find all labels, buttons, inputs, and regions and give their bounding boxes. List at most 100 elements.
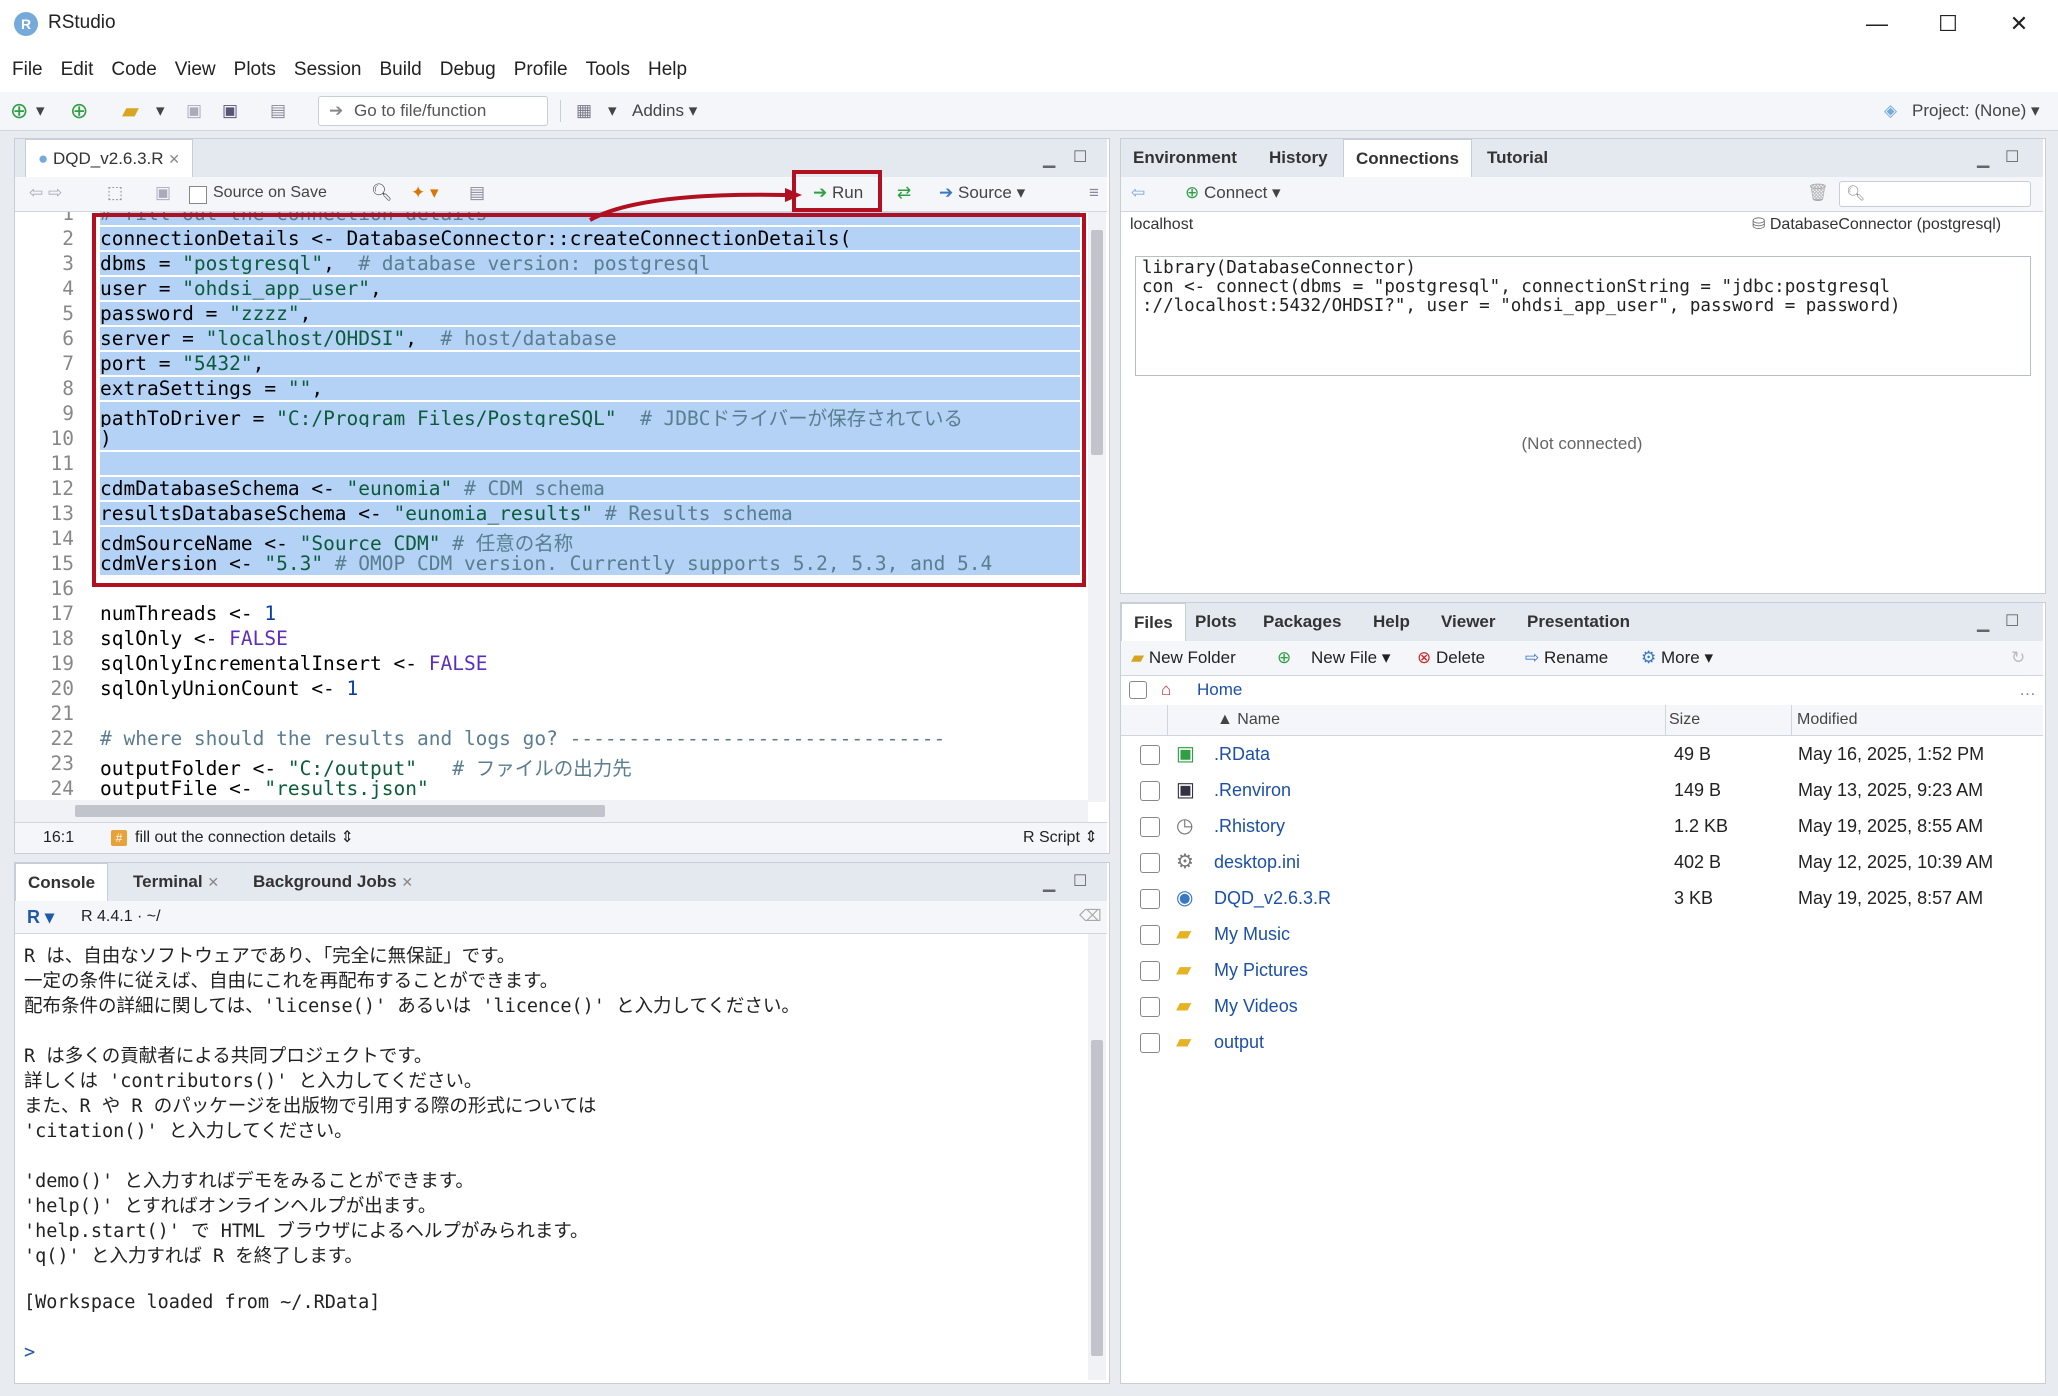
back-arrow-icon[interactable]: ⇦ xyxy=(1131,180,1145,206)
file-row[interactable]: ▣ .Renviron 149 B May 13, 2025, 9:23 AM xyxy=(1122,772,2040,808)
close-icon[interactable]: ✕ xyxy=(401,874,413,890)
file-name[interactable]: My Music xyxy=(1214,916,1290,952)
tab-packages[interactable]: Packages xyxy=(1251,603,1353,641)
file-row[interactable]: ▰ My Music xyxy=(1122,916,2040,952)
menu-session[interactable]: Session xyxy=(285,47,371,92)
chevron-down-icon[interactable]: ▾ xyxy=(36,98,45,124)
editor-tab[interactable]: ● DQD_v2.6.3.R ✕ xyxy=(25,139,194,178)
minimize-button[interactable]: — xyxy=(1842,0,1912,47)
save-all-icon[interactable]: ▣ xyxy=(222,98,238,124)
tab-environment[interactable]: Environment xyxy=(1121,139,1249,177)
minimize-pane-icon[interactable]: ▁ xyxy=(1977,149,1989,169)
broom-clear-icon[interactable]: ⌫ xyxy=(1079,901,1102,933)
menu-edit[interactable]: Edit xyxy=(52,47,103,92)
menu-help[interactable]: Help xyxy=(639,47,696,92)
section-selector[interactable]: fill out the connection details ⇕ xyxy=(135,823,354,853)
file-name[interactable]: .RData xyxy=(1214,736,1270,772)
open-folder-icon[interactable]: ▰ xyxy=(122,98,139,124)
file-row[interactable]: ▰ My Pictures xyxy=(1122,952,2040,988)
print-icon[interactable]: ▤ xyxy=(270,98,286,124)
rerun-icon[interactable]: ⇄ xyxy=(897,180,911,206)
connections-search-input[interactable]: 🔍︎ xyxy=(1839,181,2031,207)
menu-plots[interactable]: Plots xyxy=(225,47,285,92)
file-row[interactable]: ▰ My Videos xyxy=(1122,988,2040,1024)
file-type-selector[interactable]: R Script ⇕ xyxy=(1023,823,1098,853)
grid-layout-icon[interactable]: ▦ xyxy=(576,98,592,124)
maximize-pane-icon[interactable]: ☐ xyxy=(1073,871,1087,891)
show-in-window-icon[interactable]: ⬚ xyxy=(107,180,123,206)
menu-view[interactable]: View xyxy=(166,47,225,92)
connect-button[interactable]: ⊕ Connect ▾ xyxy=(1185,180,1281,206)
close-icon[interactable]: ✕ xyxy=(207,874,219,890)
hscroll-thumb[interactable] xyxy=(75,805,605,817)
scroll-thumb[interactable] xyxy=(1091,230,1103,455)
source-button[interactable]: ➔ Source ▾ xyxy=(939,180,1025,206)
more-button[interactable]: ⚙ More ▾ xyxy=(1641,641,1713,675)
rename-button[interactable]: ⇨ Rename xyxy=(1525,641,1608,675)
size-header[interactable]: Size xyxy=(1669,705,1700,735)
tab-tutorial[interactable]: Tutorial xyxy=(1475,139,1560,177)
ellipsis-icon[interactable]: … xyxy=(2019,675,2036,705)
new-folder-button[interactable]: ▰ New Folder xyxy=(1131,641,1236,675)
minimize-pane-icon[interactable]: ▁ xyxy=(1043,873,1055,893)
new-file-icon[interactable]: ⊕ xyxy=(10,98,28,124)
save-icon[interactable]: ▣ xyxy=(155,180,171,206)
sort-name-header[interactable]: ▲ Name xyxy=(1217,705,1280,735)
file-checkbox[interactable] xyxy=(1140,997,1160,1017)
save-icon[interactable]: ▣ xyxy=(186,98,202,124)
editor-horizontal-scrollbar[interactable] xyxy=(15,800,1088,822)
menu-code[interactable]: Code xyxy=(102,47,165,92)
file-row[interactable]: ⚙ desktop.ini 402 B May 12, 2025, 10:39 AM xyxy=(1122,844,2040,880)
maximize-pane-icon[interactable]: ☐ xyxy=(2005,147,2019,167)
file-row[interactable]: ◷ .Rhistory 1.2 KB May 19, 2025, 8:55 AM xyxy=(1122,808,2040,844)
close-button[interactable]: ✕ xyxy=(1984,0,2054,47)
file-name[interactable]: .Renviron xyxy=(1214,772,1291,808)
minimize-pane-icon[interactable]: ▁ xyxy=(1043,149,1055,169)
tab-viewer[interactable]: Viewer xyxy=(1429,603,1508,641)
file-checkbox[interactable] xyxy=(1140,961,1160,981)
chevron-down-icon[interactable]: ▾ xyxy=(608,98,617,124)
menu-debug[interactable]: Debug xyxy=(431,47,505,92)
source-on-save-checkbox[interactable] xyxy=(189,186,207,204)
maximize-pane-icon[interactable]: ☐ xyxy=(1073,147,1087,167)
minimize-pane-icon[interactable]: ▁ xyxy=(1977,613,1989,633)
tab-plots[interactable]: Plots xyxy=(1183,603,1249,641)
magic-wand-icon[interactable]: ✦ ▾ xyxy=(411,180,439,206)
console-vertical-scrollbar[interactable] xyxy=(1088,934,1106,1380)
file-checkbox[interactable] xyxy=(1140,889,1160,909)
tab-files[interactable]: Files xyxy=(1121,603,1186,642)
tab-background-jobs[interactable]: Background Jobs ✕ xyxy=(241,863,425,901)
back-arrow-icon[interactable]: ⇦ ⇨ xyxy=(29,180,62,206)
tab-connections[interactable]: Connections xyxy=(1343,139,1472,178)
file-checkbox[interactable] xyxy=(1140,745,1160,765)
menu-profile[interactable]: Profile xyxy=(505,47,577,92)
file-checkbox[interactable] xyxy=(1140,817,1160,837)
tab-history[interactable]: History xyxy=(1257,139,1340,177)
project-menu[interactable]: Project: (None) ▾ xyxy=(1912,98,2040,124)
delete-button[interactable]: ⊗ Delete xyxy=(1417,641,1485,675)
maximize-pane-icon[interactable]: ☐ xyxy=(2005,611,2019,631)
editor-vertical-scrollbar[interactable] xyxy=(1088,212,1106,802)
tab-terminal[interactable]: Terminal ✕ xyxy=(121,863,231,901)
menu-build[interactable]: Build xyxy=(371,47,431,92)
file-name[interactable]: My Videos xyxy=(1214,988,1298,1024)
document-outline-icon[interactable]: ≡ xyxy=(1089,180,1099,206)
maximize-button[interactable]: ☐ xyxy=(1913,0,1983,47)
select-all-checkbox[interactable] xyxy=(1129,681,1147,699)
file-name[interactable]: My Pictures xyxy=(1214,952,1308,988)
search-icon[interactable]: 🔍︎ xyxy=(371,180,393,206)
file-checkbox[interactable] xyxy=(1140,925,1160,945)
tab-help[interactable]: Help xyxy=(1361,603,1422,641)
close-icon[interactable]: ✕ xyxy=(168,151,180,167)
new-file-button[interactable]: New File ▾ xyxy=(1311,641,1390,675)
file-row[interactable]: ◉ DQD_v2.6.3.R 3 KB May 19, 2025, 8:57 AM xyxy=(1122,880,2040,916)
file-checkbox[interactable] xyxy=(1140,853,1160,873)
file-row[interactable]: ▣ .RData 49 B May 16, 2025, 1:52 PM xyxy=(1122,736,2040,772)
scroll-thumb[interactable] xyxy=(1091,1040,1103,1356)
trash-icon[interactable]: 🗑︎ xyxy=(1807,180,1829,206)
goto-file-input[interactable]: ➔ Go to file/function xyxy=(318,96,548,126)
new-project-icon[interactable]: ⊕ xyxy=(70,98,88,124)
addins-menu[interactable]: Addins ▾ xyxy=(632,98,697,124)
file-row[interactable]: ▰ output xyxy=(1122,1024,2040,1060)
refresh-icon[interactable]: ↻ xyxy=(2011,641,2025,675)
